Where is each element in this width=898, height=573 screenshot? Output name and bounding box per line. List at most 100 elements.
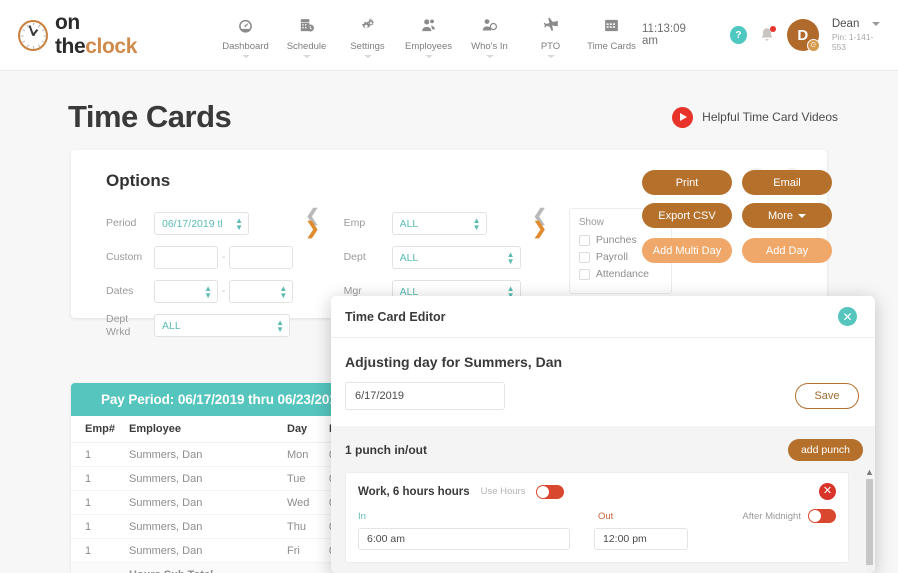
- nav-item-dashboard[interactable]: Dashboard: [215, 12, 276, 58]
- cell-emp-num: 1: [71, 514, 129, 539]
- logo[interactable]: on theclock: [18, 11, 163, 59]
- next-period-button[interactable]: ❯: [305, 220, 319, 237]
- help-icon[interactable]: ?: [730, 26, 747, 44]
- play-icon: [672, 106, 694, 128]
- period-nav: ❮ ❯: [305, 207, 319, 344]
- action-row-3: Add Multi Day Add Day: [642, 238, 832, 263]
- nav-item-pto[interactable]: PTO: [520, 12, 581, 58]
- scrollbar-track[interactable]: [866, 479, 873, 573]
- page-title: Time Cards: [68, 99, 232, 134]
- editor-date-input[interactable]: [345, 382, 505, 410]
- label-attendance: Attendance: [595, 268, 649, 280]
- nav-item-whos-in[interactable]: Who's In: [459, 12, 520, 58]
- nav-item-employees[interactable]: Employees: [398, 12, 459, 58]
- field-custom: Custom -: [106, 242, 294, 273]
- logo-text: on theclock: [55, 11, 163, 59]
- notification-bell-icon[interactable]: [758, 26, 776, 44]
- punch-out-input[interactable]: [594, 528, 688, 550]
- after-midnight-label: After Midnight: [742, 510, 801, 522]
- range-dash: -: [222, 286, 226, 297]
- cell-employee: Summers, Dan: [129, 490, 287, 515]
- logo-word-1: on the: [54, 11, 86, 58]
- user-menu[interactable]: Dean Pin: 1-141-553: [832, 17, 884, 53]
- cell-emp-num: 1: [71, 490, 129, 515]
- after-midnight-toggle[interactable]: [808, 509, 836, 523]
- checkbox-payroll[interactable]: [578, 251, 590, 263]
- nav-item-schedule[interactable]: Schedule: [276, 12, 337, 58]
- custom-to-input[interactable]: [229, 246, 294, 269]
- add-multi-day-button[interactable]: Add Multi Day: [642, 238, 732, 263]
- punch-in-input[interactable]: [358, 528, 570, 550]
- label-period: Period: [106, 217, 137, 230]
- sub-total-label: Hours Sub Total: [129, 562, 287, 573]
- label-custom: Custom: [106, 251, 143, 264]
- cell-employee: Summers, Dan: [129, 442, 287, 467]
- save-button[interactable]: Save: [795, 383, 859, 409]
- checkbox-punches[interactable]: [578, 234, 590, 246]
- dates-from-select[interactable]: [154, 280, 218, 303]
- more-button[interactable]: More: [742, 203, 832, 228]
- chevron-up-icon[interactable]: ▲: [865, 468, 874, 477]
- clock-icon: [18, 19, 48, 51]
- dept-select[interactable]: ALL: [391, 246, 521, 269]
- use-hours-toggle[interactable]: [536, 484, 565, 499]
- nav-label-settings: Settings: [350, 41, 385, 52]
- punch-inputs-row: [358, 528, 836, 550]
- avatar[interactable]: D ⏲: [786, 19, 820, 52]
- user-pin: Pin: 1-141-553: [831, 31, 874, 53]
- action-row-2: Export CSV More: [642, 203, 832, 228]
- modal-scrollbar[interactable]: ▲: [864, 468, 875, 573]
- avatar-status-badge: ⏲: [806, 39, 820, 52]
- logo-word-2: clock: [85, 35, 137, 58]
- notification-dot: [769, 26, 776, 32]
- checkbox-attendance[interactable]: [578, 268, 590, 280]
- next-emp-button[interactable]: ❯: [533, 220, 547, 237]
- close-icon[interactable]: ✕: [838, 307, 857, 326]
- chevron-down-icon: [302, 55, 311, 58]
- cell-day: Thu: [287, 514, 329, 539]
- options-col-left: Period 06/17/2019 tl ▲ ▼ Custom - Dates ▲…: [106, 208, 294, 344]
- modal-date-row: Save: [345, 382, 859, 410]
- delete-icon[interactable]: ✕: [819, 483, 836, 500]
- label-dept-wrkd: Dept Wrkd: [106, 313, 131, 338]
- after-midnight-group: After Midnight: [742, 509, 836, 523]
- calendar-clock-icon: [298, 15, 315, 36]
- cell-day: Mon: [287, 442, 329, 467]
- dates-to-select[interactable]: [229, 280, 294, 303]
- field-dates: Dates ▲ ▼ - ▲ ▼: [106, 276, 294, 307]
- custom-from-input[interactable]: [154, 246, 218, 269]
- chevron-down-icon: [546, 55, 555, 58]
- emp-select[interactable]: ALL: [391, 212, 487, 235]
- airplane-icon: [542, 15, 560, 36]
- nav-item-time-cards[interactable]: Time Cards: [581, 12, 642, 52]
- user-name: Dean: [831, 18, 860, 31]
- gears-icon: [359, 15, 376, 36]
- time-card-editor-modal: Time Card Editor ✕ Adjusting day for Sum…: [331, 296, 875, 573]
- add-punch-button[interactable]: add punch: [787, 439, 863, 461]
- print-button[interactable]: Print: [642, 170, 732, 195]
- modal-subtitle: Adjusting day for Summers, Dan: [345, 354, 563, 370]
- helpful-videos-link[interactable]: Helpful Time Card Videos: [672, 106, 838, 128]
- chevron-down-icon: [485, 55, 494, 58]
- chevron-down-icon: [424, 55, 433, 58]
- label-dept: Dept: [343, 251, 366, 264]
- nav-item-settings[interactable]: Settings: [337, 12, 398, 58]
- label-emp: Emp: [343, 217, 366, 230]
- nav-label-schedule: Schedule: [286, 41, 327, 52]
- email-button[interactable]: Email: [742, 170, 832, 195]
- modal-body: Adjusting day for Summers, Dan Save: [331, 338, 875, 410]
- scrollbar-thumb[interactable]: [866, 479, 873, 565]
- col-employee: Employee: [129, 416, 287, 443]
- label-payroll: Payroll: [595, 251, 628, 263]
- use-hours-label: Use Hours: [480, 486, 526, 497]
- period-select[interactable]: 06/17/2019 tl: [154, 212, 249, 235]
- cell-employee: Summers, Dan: [129, 466, 287, 491]
- export-csv-button[interactable]: Export CSV: [642, 203, 732, 228]
- out-label: Out: [598, 510, 614, 522]
- cell-employee: Summers, Dan: [129, 514, 287, 539]
- punch-row-top: Work, 6 hours hours Use Hours ✕: [358, 483, 836, 500]
- cell-employee: Summers, Dan: [129, 538, 287, 563]
- dept-wrkd-select[interactable]: ALL: [154, 314, 290, 337]
- punch-count-label: 1 punch in/out: [345, 443, 427, 457]
- add-day-button[interactable]: Add Day: [742, 238, 832, 263]
